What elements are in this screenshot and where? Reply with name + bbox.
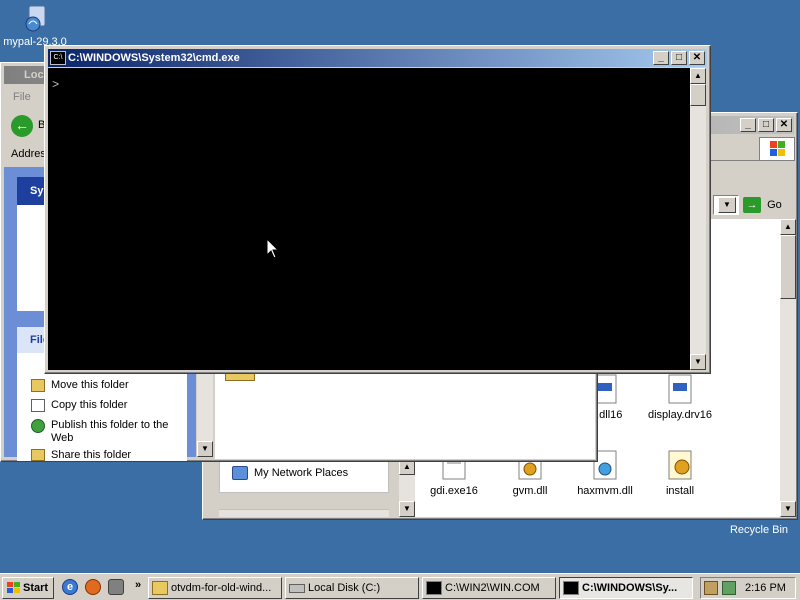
left-panel-divider bbox=[219, 509, 389, 517]
network-places-icon bbox=[232, 466, 248, 480]
task-move-folder[interactable]: Move this folder bbox=[51, 379, 129, 392]
windows-flag-icon bbox=[6, 581, 22, 595]
taskbar-task-cmd[interactable]: C:\WINDOWS\Sy... bbox=[559, 577, 693, 599]
scroll-thumb[interactable] bbox=[690, 84, 706, 106]
move-folder-icon bbox=[31, 379, 45, 392]
explorer-left-title: Loc bbox=[24, 69, 44, 81]
mypal-icon bbox=[19, 2, 51, 34]
other-places-panel: My Network Places bbox=[219, 457, 389, 493]
task-publish-folder[interactable]: Publish this folder to the Web bbox=[51, 419, 181, 445]
windows-logo-icon bbox=[759, 137, 795, 161]
desktop-icon-mypal[interactable]: mypal-29.3.0 bbox=[0, 2, 70, 48]
file-label: display.drv16 bbox=[648, 409, 712, 421]
clock[interactable]: 2:16 PM bbox=[745, 582, 786, 594]
go-button[interactable]: → Go bbox=[743, 195, 793, 215]
file-label: install bbox=[665, 485, 695, 497]
install-file-icon bbox=[665, 449, 695, 481]
minimize-button[interactable]: _ bbox=[653, 51, 669, 65]
cmd-icon bbox=[426, 581, 442, 595]
scroll-down-button[interactable]: ▼ bbox=[399, 501, 415, 517]
console-prompt: > bbox=[52, 78, 60, 92]
console-area[interactable]: > bbox=[48, 68, 690, 370]
close-button[interactable]: ✕ bbox=[776, 118, 792, 132]
minimize-button[interactable]: _ bbox=[740, 118, 756, 132]
console-scrollbar[interactable]: ▲ ▼ bbox=[690, 68, 706, 370]
address-dropdown[interactable]: ▼ bbox=[713, 195, 739, 215]
chevron-down-icon[interactable]: ▼ bbox=[718, 197, 736, 213]
desktop-icon-label: Recycle Bin bbox=[729, 524, 789, 536]
network-places-link[interactable]: My Network Places bbox=[254, 467, 348, 479]
scroll-down-button[interactable]: ▼ bbox=[690, 354, 706, 370]
back-arrow-icon: ← bbox=[11, 115, 33, 137]
scroll-up-button[interactable]: ▲ bbox=[780, 219, 796, 235]
folder-icon bbox=[225, 373, 255, 381]
desktop-icon-recycle-bin[interactable]: Recycle Bin bbox=[724, 524, 794, 536]
task-share-folder[interactable]: Share this folder bbox=[51, 449, 131, 462]
taskbar-task-win-com[interactable]: C:\WIN2\WIN.COM bbox=[422, 577, 556, 599]
file-label: gdi.exe16 bbox=[430, 485, 478, 497]
scroll-up-button[interactable]: ▲ bbox=[690, 68, 706, 84]
share-folder-icon bbox=[31, 449, 45, 461]
go-arrow-icon: → bbox=[743, 197, 761, 214]
tray-tools-icon[interactable] bbox=[704, 581, 718, 595]
cmd-titlebar[interactable]: C:\ C:\WINDOWS\System32\cmd.exe _ □ ✕ bbox=[48, 49, 707, 67]
menu-file[interactable]: File bbox=[13, 91, 31, 103]
firefox-icon[interactable] bbox=[85, 579, 101, 595]
go-label: Go bbox=[767, 199, 782, 212]
system-tray: 2:16 PM bbox=[700, 577, 796, 599]
raccoon-icon[interactable] bbox=[108, 579, 124, 595]
folder-icon bbox=[152, 581, 168, 595]
file-label: haxmvm.dll bbox=[577, 485, 633, 497]
close-button[interactable]: ✕ bbox=[689, 51, 705, 65]
cmd-window[interactable]: C:\ C:\WINDOWS\System32\cmd.exe _ □ ✕ > … bbox=[44, 45, 711, 374]
quicklaunch-chevron-icon[interactable]: » bbox=[135, 579, 141, 591]
scroll-down-button[interactable]: ▼ bbox=[197, 441, 213, 457]
file-view-scrollbar[interactable]: ▲ ▼ bbox=[780, 219, 796, 517]
scroll-thumb[interactable] bbox=[780, 235, 796, 299]
copy-folder-icon bbox=[31, 399, 45, 412]
cmd-icon bbox=[563, 581, 579, 595]
taskbar-task-otvdm[interactable]: otvdm-for-old-wind... bbox=[148, 577, 282, 599]
file-item[interactable]: display.drv16 bbox=[635, 373, 725, 421]
maximize-button[interactable]: □ bbox=[671, 51, 687, 65]
ie-icon[interactable]: e bbox=[62, 579, 78, 595]
file-label: gvm.dll bbox=[512, 485, 548, 497]
drive-icon bbox=[289, 584, 305, 593]
task-copy-folder[interactable]: Copy this folder bbox=[51, 399, 127, 412]
tray-network-icon[interactable] bbox=[722, 581, 736, 595]
publish-web-icon bbox=[31, 419, 45, 433]
maximize-button[interactable]: □ bbox=[758, 118, 774, 132]
file-item[interactable]: install bbox=[635, 449, 725, 497]
mouse-cursor-icon bbox=[266, 237, 280, 260]
taskbar: Start e » otvdm-for-old-wind... Local Di… bbox=[0, 573, 800, 600]
main-pane[interactable] bbox=[215, 373, 595, 459]
start-button[interactable]: Start bbox=[2, 577, 54, 599]
taskbar-task-local-disk[interactable]: Local Disk (C:) bbox=[285, 577, 419, 599]
start-label: Start bbox=[23, 582, 49, 594]
cmd-title: C:\WINDOWS\System32\cmd.exe bbox=[68, 52, 240, 64]
left-panel-scrollbar[interactable]: ▲ ▼ bbox=[399, 459, 415, 517]
cmd-icon: C:\ bbox=[50, 51, 66, 65]
back-button[interactable]: ← B bbox=[9, 113, 49, 139]
drv-file-icon bbox=[665, 373, 695, 405]
address-label: Addres bbox=[11, 148, 46, 160]
scroll-down-button[interactable]: ▼ bbox=[780, 501, 796, 517]
